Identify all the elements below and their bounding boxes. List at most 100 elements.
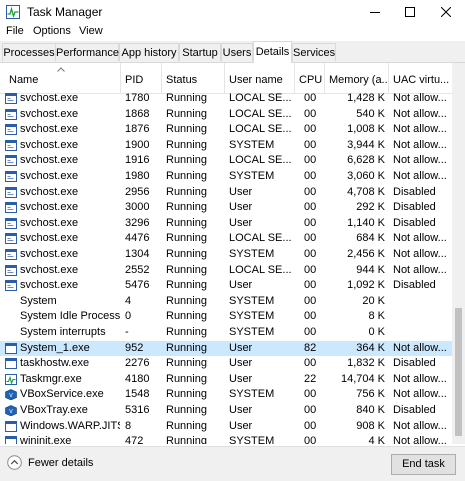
table-row[interactable]: System_1.exe 952 Running User 82 364 K Not all…	[0, 340, 452, 357]
table-row[interactable]: svchost.exe 2552 Running LOCAL SE... 00 944 K…	[0, 263, 452, 279]
table-row[interactable]: System Idle Process 0 Running SYSTEM 00 8 K	[0, 309, 452, 325]
process-uac: Disabled	[393, 279, 436, 292]
process-pid: 8	[125, 419, 132, 432]
table-row[interactable]: Taskmgr.exe 4180 Running User 22 14,704 K Not …	[0, 372, 452, 388]
process-cpu: 00	[304, 216, 317, 229]
tab-processes[interactable]: Processes	[2, 43, 56, 61]
column-header-cpu[interactable]: CPU	[295, 63, 325, 93]
process-memory: 684 K	[356, 232, 385, 245]
table-row[interactable]: System 4 Running SYSTEM 00 20 K	[0, 294, 452, 310]
process-status: Running	[166, 170, 207, 182]
process-user: SYSTEM	[229, 294, 275, 307]
process-status: Running	[166, 248, 207, 260]
table-row[interactable]: V VBoxService.exe 1548 Running SYSTEM 00 756 K…	[0, 387, 452, 403]
process-pid: 952	[125, 341, 144, 354]
process-cpu: 00	[304, 388, 317, 401]
tab-details[interactable]: Details	[253, 41, 292, 63]
process-uac: Not allow...	[393, 388, 447, 401]
column-header-pid[interactable]: PID	[121, 63, 162, 93]
table-row[interactable]: taskhostw.exe 2276 Running User 00 1,832 K Dis…	[0, 356, 452, 372]
column-header-uac-virtualization[interactable]: UAC virtu...	[389, 63, 452, 93]
table-row[interactable]: V VBoxTray.exe 5316 Running User 00 840 K Disab…	[0, 403, 452, 419]
table-row[interactable]: svchost.exe 3296 Running User 00 1,140 K Disab…	[0, 216, 452, 232]
scrollbar-thumb[interactable]	[455, 308, 462, 436]
process-status: Running	[166, 341, 207, 354]
process-cpu: 00	[304, 92, 317, 104]
process-memory: 908 K	[356, 419, 385, 432]
column-header-memory[interactable]: Memory (a...	[325, 63, 389, 93]
application-window-icon	[5, 342, 17, 354]
process-name: taskhostw.exe	[20, 357, 90, 370]
table-row[interactable]: svchost.exe 1780 Running LOCAL SE... 00 1,428…	[0, 91, 452, 107]
menu-bar: File Options View	[0, 24, 465, 41]
process-status: Running	[166, 92, 207, 104]
process-pid: 4	[125, 294, 132, 307]
process-name: VBoxTray.exe	[20, 404, 88, 416]
process-user: User	[229, 372, 253, 385]
process-uac: Not allow...	[393, 341, 447, 354]
tab-users[interactable]: Users	[221, 43, 253, 61]
table-row[interactable]: svchost.exe 3000 Running User 00 292 K Disable…	[0, 200, 452, 216]
column-header-user-name[interactable]: User name	[225, 63, 295, 93]
fewer-details-toggle[interactable]: Fewer details	[7, 455, 93, 470]
process-memory: 4,708 K	[347, 185, 385, 198]
application-window-icon	[5, 358, 17, 370]
minimize-button[interactable]	[357, 0, 393, 24]
maximize-button[interactable]	[392, 0, 428, 24]
table-row[interactable]: System interrupts - Running SYSTEM 00 0 K	[0, 325, 452, 341]
process-status: Running	[166, 232, 207, 245]
column-header-name[interactable]: Name	[5, 63, 121, 93]
process-uac	[393, 294, 451, 310]
table-row[interactable]: svchost.exe 5476 Running User 00 1,092 K Disab…	[0, 278, 452, 294]
process-name: svchost.exe	[20, 92, 79, 104]
table-row[interactable]: svchost.exe 1304 Running SYSTEM 00 2,456 K Not…	[0, 247, 452, 263]
table-row[interactable]: wininit.exe 472 Running SYSTEM 00 4 K Not allo…	[0, 434, 452, 444]
process-memory: 6,628 K	[347, 154, 385, 167]
menu-options[interactable]: Options	[31, 25, 73, 37]
table-row[interactable]: svchost.exe 2956 Running User 00 4,708 K Disab…	[0, 185, 452, 201]
process-cpu: 00	[304, 357, 317, 370]
process-uac: Disabled	[393, 357, 436, 370]
process-memory: 1,092 K	[347, 279, 385, 292]
process-pid: 5476	[125, 279, 150, 292]
tab-app-history[interactable]: App history	[119, 43, 179, 61]
process-user: LOCAL SE...	[229, 123, 292, 136]
table-row[interactable]: svchost.exe 1876 Running LOCAL SE... 00 1,008…	[0, 122, 452, 138]
process-cpu: 00	[304, 263, 317, 276]
close-button[interactable]	[428, 0, 464, 24]
menu-file[interactable]: File	[4, 25, 26, 37]
table-row[interactable]: Windows.WARP.JITS... 8 Running User 00 908 K N…	[0, 419, 452, 435]
application-window-icon	[5, 420, 17, 432]
process-uac: Not allow...	[393, 170, 447, 182]
process-pid: 1548	[125, 388, 150, 401]
menu-view[interactable]: View	[77, 25, 105, 37]
task-manager-icon	[5, 373, 17, 385]
column-header-row: Name PID Status User name CPU Memory (a.…	[0, 63, 452, 94]
process-pid: 2552	[125, 263, 150, 276]
end-task-button[interactable]: End task	[391, 454, 456, 475]
process-pid: 4180	[125, 372, 150, 385]
table-row[interactable]: svchost.exe 1868 Running LOCAL SE... 00 540 K…	[0, 107, 452, 123]
table-row[interactable]: svchost.exe 1916 Running LOCAL SE... 00 6,628…	[0, 153, 452, 169]
table-row[interactable]: svchost.exe 1900 Running SYSTEM 00 3,944 K Not…	[0, 138, 452, 154]
process-name: svchost.exe	[20, 279, 79, 292]
process-uac: Not allow...	[393, 419, 447, 432]
table-row[interactable]: svchost.exe 4476 Running LOCAL SE... 00 684 K…	[0, 231, 452, 247]
service-host-icon	[5, 202, 17, 214]
process-user: LOCAL SE...	[229, 154, 292, 167]
process-name: svchost.exe	[20, 107, 79, 120]
tab-startup[interactable]: Startup	[179, 43, 221, 61]
process-pid: 1916	[125, 154, 150, 167]
process-cpu: 00	[304, 107, 317, 120]
fewer-details-label: Fewer details	[28, 456, 94, 469]
tab-services[interactable]: Services	[292, 43, 336, 61]
process-memory: 292 K	[356, 201, 385, 214]
process-memory: 756 K	[356, 388, 385, 401]
process-status: Running	[166, 123, 207, 136]
process-status: Running	[166, 372, 207, 385]
tab-performance[interactable]: Performance	[55, 43, 119, 61]
column-header-status[interactable]: Status	[162, 63, 225, 93]
vertical-scrollbar[interactable]	[452, 63, 465, 444]
table-row[interactable]: svchost.exe 1980 Running SYSTEM 00 3,060 K Not…	[0, 169, 452, 185]
process-pid: 472	[125, 435, 144, 444]
